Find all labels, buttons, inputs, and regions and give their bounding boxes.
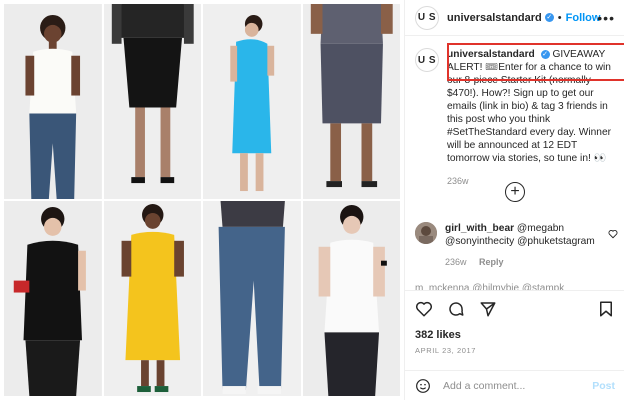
reply-button[interactable]: Reply xyxy=(479,257,504,267)
heart-icon[interactable] xyxy=(415,300,433,318)
load-more-comments-button[interactable]: + xyxy=(505,182,525,202)
separator-dot: • xyxy=(557,11,562,24)
commenter-avatar[interactable] xyxy=(415,222,437,244)
highlight-annotation xyxy=(447,43,624,81)
caption-timestamp[interactable]: 236w xyxy=(447,175,620,188)
comment-username[interactable]: girl_with_bear xyxy=(445,223,514,234)
smile-icon[interactable] xyxy=(415,378,431,394)
avatar[interactable]: U S xyxy=(415,5,439,30)
post-image[interactable] xyxy=(0,0,404,400)
comment-timestamp[interactable]: 236w xyxy=(445,257,467,267)
photo-model-jeans xyxy=(203,201,301,396)
comment-input[interactable]: Add a comment... xyxy=(443,380,592,392)
photo-model-black-top xyxy=(4,201,102,396)
photo-model-yellow-dress xyxy=(103,201,201,396)
comment-meta: 236w Reply xyxy=(445,256,620,269)
bookmark-icon[interactable] xyxy=(597,300,615,318)
more-options-icon[interactable]: ••• xyxy=(597,10,615,26)
action-icons xyxy=(415,300,497,318)
add-comment-bar: Add a comment... Post xyxy=(405,370,624,400)
comment-icon[interactable] xyxy=(447,300,465,318)
comment-item: girl_with_bear @megabn @sonyinthecity @p… xyxy=(415,222,620,269)
photo-model-white-top xyxy=(4,4,102,199)
photo-model-blue-dress xyxy=(203,4,301,199)
comment-like-icon[interactable] xyxy=(608,229,618,239)
photo-model-grey-skirt xyxy=(302,4,400,199)
comment-body: girl_with_bear @megabn @sonyinthecity @p… xyxy=(445,222,620,269)
post-header: U S universalstandard ✓ • Follow ••• xyxy=(405,0,624,36)
post-date: APRIL 23, 2017 xyxy=(415,346,477,355)
photo-grid xyxy=(4,4,400,396)
verified-badge-icon: ✓ xyxy=(544,13,554,22)
likes-count[interactable]: 382 likes xyxy=(415,329,461,341)
post-comment-button[interactable]: Post xyxy=(592,380,615,392)
photo-model-black-skirt xyxy=(103,4,201,199)
header-username[interactable]: universalstandard xyxy=(447,12,542,24)
caption-avatar[interactable]: U S xyxy=(415,48,439,72)
share-icon[interactable] xyxy=(479,300,497,318)
follow-button[interactable]: Follow xyxy=(566,12,601,24)
post-sidebar: U S universalstandard ✓ • Follow ••• U S… xyxy=(404,0,624,400)
photo-model-white-tank xyxy=(302,201,400,396)
